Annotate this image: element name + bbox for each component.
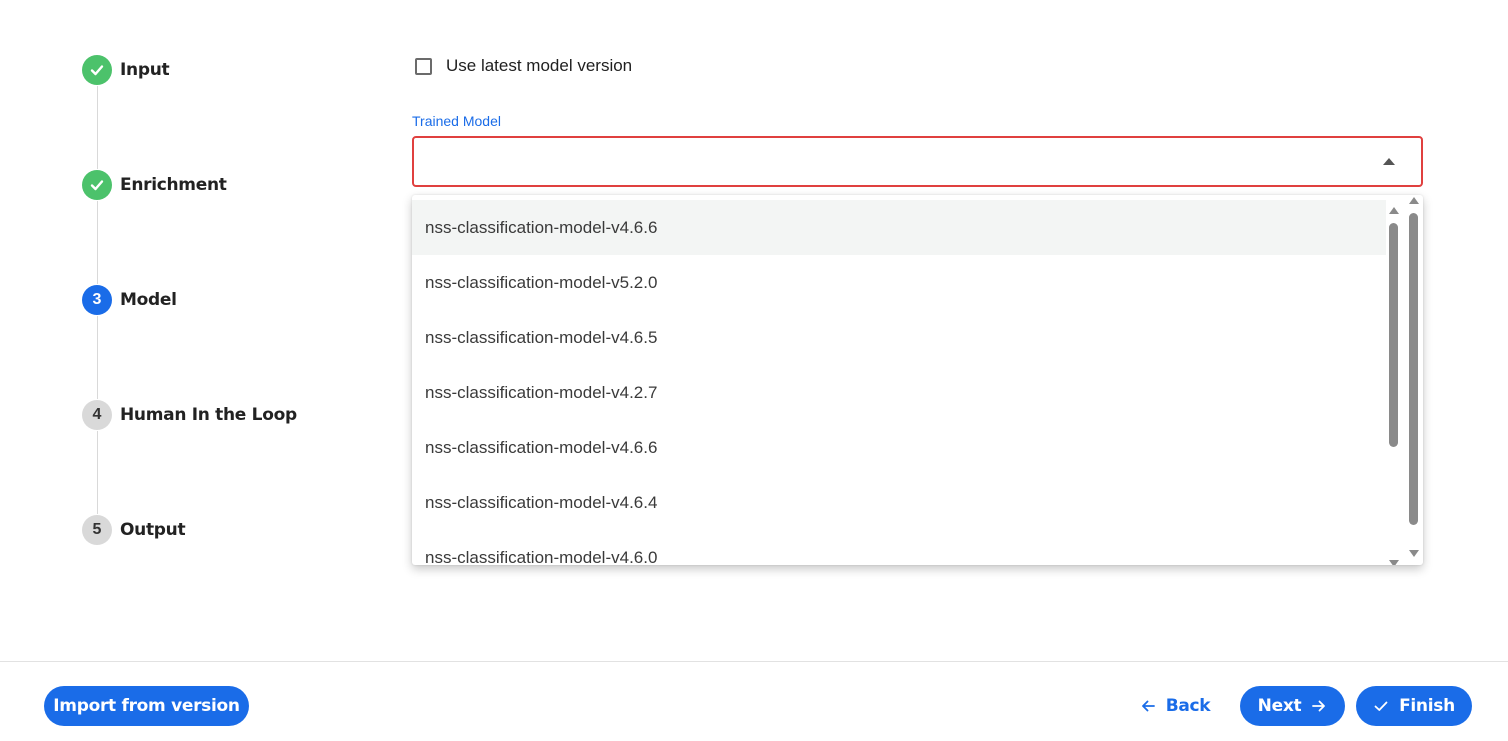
step-number: 3	[82, 285, 112, 315]
step-complete-indicator	[82, 55, 112, 85]
step-human-in-the-loop[interactable]: 4 Human In the Loop	[82, 399, 297, 431]
trained-model-select[interactable]	[412, 136, 1423, 187]
scroll-up-arrow-icon[interactable]	[1389, 207, 1399, 214]
step-complete-indicator	[82, 170, 112, 200]
arrow-left-icon	[1141, 700, 1155, 712]
stepper-connector	[97, 201, 98, 284]
model-option[interactable]: nss-classification-model-v4.6.5	[412, 310, 1386, 365]
trained-model-dropdown: nss-classification-model-v4.6.6 nss-clas…	[412, 195, 1423, 565]
list-scrollbar[interactable]	[1386, 195, 1402, 565]
scroll-down-arrow-icon[interactable]	[1389, 560, 1399, 565]
back-button-label: Back	[1165, 696, 1211, 716]
model-option[interactable]: nss-classification-model-v4.6.6	[412, 420, 1386, 475]
stepper-connector	[97, 316, 98, 399]
next-button-label: Next	[1257, 696, 1302, 716]
stepper: Input Enrichment 3 Model 4 Human In the …	[82, 54, 362, 554]
list-scrollbar-thumb[interactable]	[1389, 223, 1398, 447]
step-label: Enrichment	[120, 175, 227, 195]
scroll-up-arrow-icon[interactable]	[1409, 197, 1419, 204]
finish-button-label: Finish	[1399, 696, 1455, 716]
use-latest-label: Use latest model version	[446, 56, 633, 75]
option-list: nss-classification-model-v4.6.6 nss-clas…	[412, 200, 1386, 565]
dropdown-scrollbar[interactable]	[1406, 195, 1422, 565]
step-input[interactable]: Input	[82, 54, 170, 86]
stepper-connector	[97, 86, 98, 169]
check-icon	[1374, 701, 1388, 711]
check-icon	[90, 65, 104, 76]
model-option[interactable]: nss-classification-model-v4.2.7	[412, 365, 1386, 420]
import-from-version-button[interactable]: Import from version	[44, 686, 249, 726]
model-option[interactable]: nss-classification-model-v5.2.0	[412, 255, 1386, 310]
arrow-right-icon	[1312, 700, 1326, 712]
use-latest-model-version-option[interactable]: Use latest model version	[415, 56, 632, 76]
back-button[interactable]: Back	[1127, 686, 1223, 726]
step-number: 5	[82, 515, 112, 545]
next-button[interactable]: Next	[1240, 686, 1345, 726]
step-label: Input	[120, 60, 170, 80]
trained-model-label: Trained Model	[412, 113, 501, 129]
step-output[interactable]: 5 Output	[82, 514, 186, 546]
step-label: Output	[120, 520, 186, 540]
dropdown-scrollbar-thumb[interactable]	[1409, 213, 1418, 525]
model-option[interactable]: nss-classification-model-v4.6.6	[412, 200, 1386, 255]
footer-divider	[0, 661, 1508, 662]
step-model[interactable]: 3 Model	[82, 284, 177, 316]
model-option[interactable]: nss-classification-model-v4.6.4	[412, 475, 1386, 530]
step-label: Model	[120, 290, 177, 310]
stepper-connector	[97, 431, 98, 514]
caret-up-icon[interactable]	[1383, 158, 1395, 165]
step-enrichment[interactable]: Enrichment	[82, 169, 227, 201]
model-option[interactable]: nss-classification-model-v4.6.0	[412, 530, 1386, 566]
import-button-label: Import from version	[53, 696, 240, 716]
use-latest-checkbox[interactable]	[415, 57, 432, 75]
finish-button[interactable]: Finish	[1356, 686, 1472, 726]
step-label: Human In the Loop	[120, 405, 297, 425]
check-icon	[90, 180, 104, 191]
step-number: 4	[82, 400, 112, 430]
scroll-down-arrow-icon[interactable]	[1409, 550, 1419, 557]
